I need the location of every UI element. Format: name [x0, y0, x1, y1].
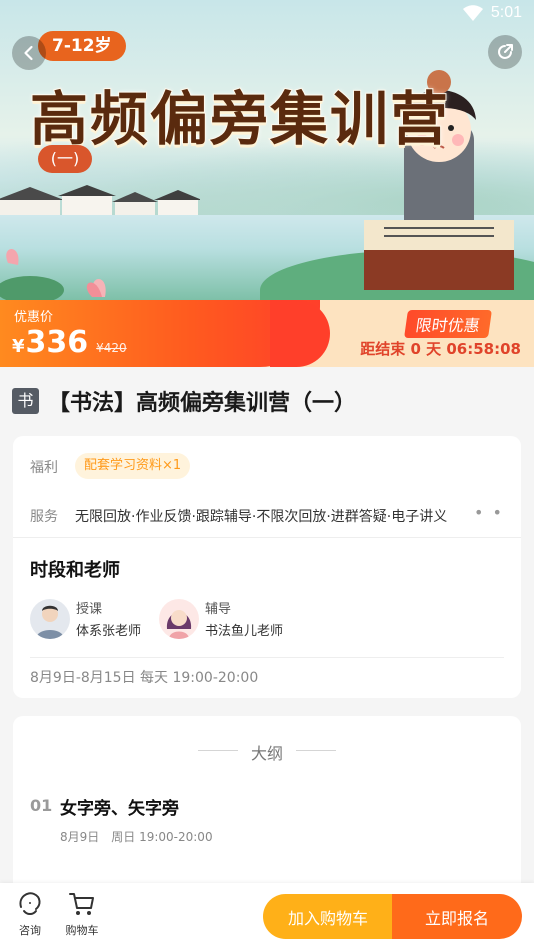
headset-icon [19, 892, 41, 915]
divider [296, 750, 336, 751]
course-info-card: 福利 配套学习资料×1 服务 无限回放·作业反馈·跟踪辅导·不限次回放·进群答疑… [13, 436, 521, 698]
banner-title: 高频偏旁集训营 [29, 84, 451, 154]
price-display: ¥ 336 ¥420 [12, 326, 127, 360]
avatar [159, 598, 199, 639]
service-list[interactable]: 无限回放·作业反馈·跟踪辅导·不限次回放·进群答疑·电子讲义 [75, 506, 447, 526]
wifi-icon [462, 5, 483, 21]
chevron-left-icon [24, 45, 33, 61]
village-illustration [0, 185, 200, 215]
signup-button[interactable]: 立即报名 [392, 894, 522, 939]
price-label: 优惠价 [14, 310, 54, 325]
teacher-lecturer[interactable]: 授课 体系张老师 [30, 598, 141, 639]
teacher-role: 辅导 [205, 602, 232, 617]
teacher-name: 体系张老师 [76, 624, 142, 639]
book-icon: 书 [12, 388, 39, 414]
add-to-cart-button[interactable]: 加入购物车 [263, 894, 393, 939]
price-bar: 优惠价 ¥ 336 ¥420 限时优惠 距结束 0 天 06:58:08 [0, 300, 534, 367]
cart-button[interactable]: 购物车 [60, 891, 104, 938]
consult-label: 咨询 [19, 924, 41, 937]
countdown-timer: 距结束 0 天 06:58:08 [360, 340, 521, 358]
lotus-illustration [0, 249, 106, 300]
more-icon[interactable]: • • [474, 503, 504, 522]
section-title: 时段和老师 [30, 560, 120, 581]
limited-offer-tag: 限时优惠 [404, 310, 492, 338]
cart-label: 购物车 [65, 924, 99, 937]
service-label: 服务 [30, 509, 58, 525]
teacher-role: 授课 [76, 602, 103, 617]
benefit-label: 福利 [30, 460, 58, 476]
share-icon [498, 44, 513, 59]
course-title-row: 书 【书法】高频偏旁集训营（一） [0, 367, 534, 435]
lesson-time: 8月9日 周日 19:00-20:00 [60, 830, 213, 844]
outline-card: 大纲 01 女字旁、矢字旁 8月9日 周日 19:00-20:00 [13, 716, 521, 906]
course-banner: 高频偏旁集训营 7-12岁 (一) 5:01 [0, 0, 534, 300]
price-value: 336 [25, 325, 89, 360]
status-bar: 5:01 [462, 4, 522, 22]
divider [13, 537, 521, 538]
original-price: ¥420 [96, 341, 127, 355]
teacher-tutor[interactable]: 辅导 书法鱼儿老师 [159, 598, 283, 639]
schedule-text: 8月9日-8月15日 每天 19:00-20:00 [30, 670, 259, 686]
status-time: 5:01 [490, 4, 522, 21]
bottom-action-bar: 咨询 购物车 加入购物车 立即报名 [0, 883, 534, 949]
consult-button[interactable]: 咨询 [8, 891, 52, 938]
avatar [30, 598, 70, 639]
share-button[interactable] [488, 35, 522, 69]
outline-heading: 大纲 [250, 744, 283, 763]
banner-part-tag: (一) [38, 145, 92, 173]
lesson-title[interactable]: 女字旁、矢字旁 [60, 794, 179, 819]
teacher-name: 书法鱼儿老师 [205, 624, 284, 639]
divider [30, 657, 504, 658]
course-title: 【书法】高频偏旁集训营（一） [48, 391, 357, 416]
back-button[interactable] [12, 36, 46, 70]
benefit-pill[interactable]: 配套学习资料×1 [75, 453, 191, 479]
currency-symbol: ¥ [12, 336, 25, 357]
cart-icon [69, 893, 94, 915]
age-range-tag: 7-12岁 [38, 31, 126, 61]
lesson-number: 01 [30, 796, 53, 815]
